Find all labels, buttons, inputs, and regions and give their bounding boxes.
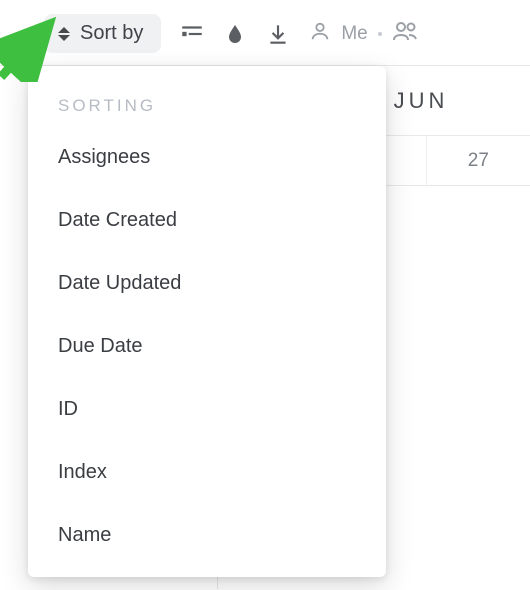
separator-dot bbox=[378, 32, 382, 36]
person-icon bbox=[309, 20, 331, 48]
sort-option-index[interactable]: Index bbox=[28, 441, 386, 504]
sort-dropdown: SORTING Assignees Date Created Date Upda… bbox=[28, 66, 386, 577]
download-icon[interactable] bbox=[265, 21, 291, 47]
sort-option-assignees[interactable]: Assignees bbox=[28, 126, 386, 189]
group-by-icon[interactable] bbox=[179, 21, 205, 47]
people-icon[interactable] bbox=[392, 20, 418, 48]
content-area: N - 28 JUN 25 26 27 SORTING Assignees Da… bbox=[0, 66, 530, 589]
day-cell[interactable]: 27 bbox=[427, 136, 530, 185]
filter-me-group[interactable]: Me bbox=[309, 20, 417, 48]
sort-option-date-created[interactable]: Date Created bbox=[28, 189, 386, 252]
dropdown-header: SORTING bbox=[28, 96, 386, 126]
sort-option-id[interactable]: ID bbox=[28, 378, 386, 441]
sort-option-name[interactable]: Name bbox=[28, 504, 386, 567]
sort-option-date-updated[interactable]: Date Updated bbox=[28, 252, 386, 315]
sort-by-button[interactable]: Sort by bbox=[44, 14, 161, 53]
filter-me-label: Me bbox=[341, 23, 367, 45]
toolbar: Sort by Me bbox=[0, 0, 530, 66]
droplet-icon[interactable] bbox=[223, 22, 247, 46]
sort-by-button-label: Sort by bbox=[80, 22, 143, 45]
sort-option-due-date[interactable]: Due Date bbox=[28, 315, 386, 378]
sort-arrows-icon bbox=[58, 27, 70, 41]
